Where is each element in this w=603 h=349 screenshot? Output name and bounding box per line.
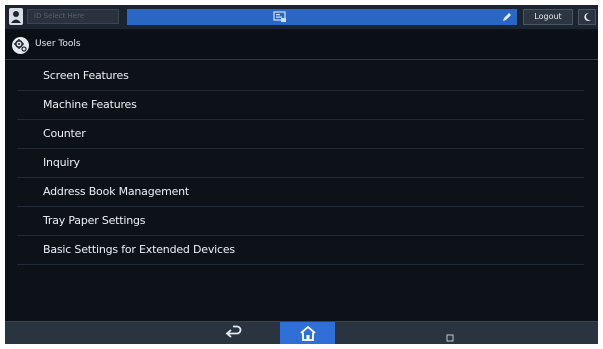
home-button[interactable] bbox=[280, 322, 335, 344]
menu-item-inquiry[interactable]: Inquiry bbox=[17, 149, 584, 178]
device-screen: ID Select Here Logout User Tools Screen … bbox=[5, 5, 598, 344]
menu-item-machine-features[interactable]: Machine Features bbox=[17, 91, 584, 120]
recent-button[interactable] bbox=[445, 328, 455, 342]
pen-icon bbox=[503, 13, 511, 21]
back-arrow-icon bbox=[225, 325, 242, 338]
menu-item-label: Address Book Management bbox=[43, 185, 190, 198]
job-status-icon bbox=[273, 11, 286, 22]
user-tools-badge bbox=[12, 37, 29, 54]
system-status-area[interactable] bbox=[127, 9, 517, 25]
moon-icon bbox=[584, 12, 591, 21]
login-id-field[interactable]: ID Select Here bbox=[27, 9, 119, 24]
menu-item-label: Machine Features bbox=[43, 98, 137, 111]
menu-item-label: Basic Settings for Extended Devices bbox=[43, 243, 235, 256]
page-title: User Tools bbox=[35, 39, 81, 49]
user-button[interactable] bbox=[9, 8, 23, 25]
top-status-bar: ID Select Here Logout bbox=[5, 5, 598, 29]
logout-button[interactable]: Logout bbox=[523, 9, 573, 25]
menu-item-label: Tray Paper Settings bbox=[43, 214, 146, 227]
title-bar: User Tools bbox=[5, 31, 598, 60]
menu-item-label: Counter bbox=[43, 127, 86, 140]
back-button[interactable] bbox=[221, 325, 247, 342]
menu-item-label: Screen Features bbox=[43, 69, 129, 82]
user-tools-menu: Screen Features Machine Features Counter… bbox=[5, 62, 598, 265]
menu-item-counter[interactable]: Counter bbox=[17, 120, 584, 149]
energy-saver-button[interactable] bbox=[578, 9, 596, 25]
square-icon bbox=[446, 334, 454, 342]
menu-item-address-book-management[interactable]: Address Book Management bbox=[17, 178, 584, 207]
menu-item-basic-settings-extended-devices[interactable]: Basic Settings for Extended Devices bbox=[17, 236, 584, 265]
menu-item-screen-features[interactable]: Screen Features bbox=[17, 62, 584, 91]
home-icon bbox=[299, 325, 316, 341]
login-placeholder: ID Select Here bbox=[34, 12, 85, 20]
bottom-nav-bar bbox=[5, 321, 598, 344]
menu-item-tray-paper-settings[interactable]: Tray Paper Settings bbox=[17, 207, 584, 236]
user-icon bbox=[11, 11, 21, 23]
gear-icon bbox=[14, 39, 27, 52]
menu-item-label: Inquiry bbox=[43, 156, 80, 169]
